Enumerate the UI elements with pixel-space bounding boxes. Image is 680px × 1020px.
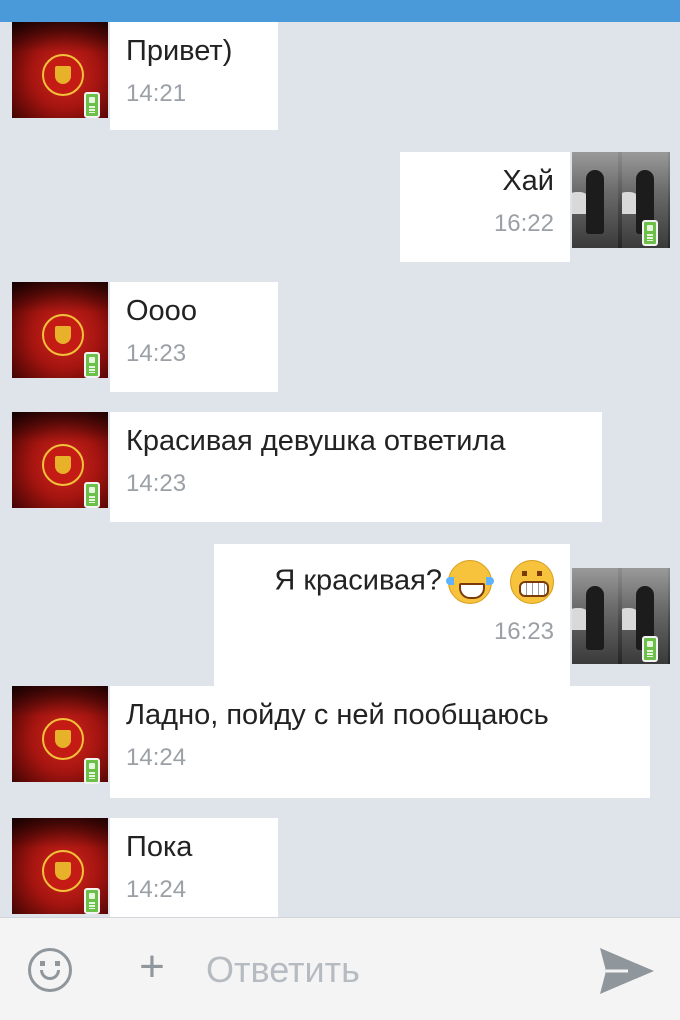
message-time: 14:23 — [126, 470, 187, 497]
message-text: Я красивая? — [230, 560, 554, 604]
message-text: Оооо — [126, 295, 197, 327]
message-bubble[interactable]: Я красивая? 16:23 — [214, 544, 570, 690]
smiley-icon[interactable] — [28, 948, 72, 992]
club-crest-icon — [42, 718, 84, 760]
message-time: 14:24 — [126, 744, 187, 771]
message-bubble[interactable]: Пока 14:24 — [110, 818, 278, 917]
message-incoming: Привет) 14:21 — [0, 22, 680, 132]
mobile-device-icon — [642, 636, 658, 662]
message-incoming: Красивая девушка ответила 14:23 — [0, 412, 680, 524]
mobile-device-icon — [84, 758, 100, 784]
send-icon[interactable] — [598, 946, 656, 996]
mobile-device-icon — [84, 352, 100, 378]
message-bubble[interactable]: Привет) 14:21 — [110, 22, 278, 130]
message-list[interactable]: Привет) 14:21 Хай 16:22 Оооо 14:23 Краси… — [0, 22, 680, 917]
message-time: 16:22 — [493, 210, 554, 237]
message-text-content: Я красивая? — [274, 564, 442, 597]
reply-composer: + — [0, 917, 680, 1020]
message-bubble[interactable]: Ладно, пойду с ней пообщаюсь 14:24 — [110, 686, 650, 798]
message-incoming: Оооо 14:23 — [0, 280, 680, 392]
status-bar — [0, 0, 680, 22]
message-bubble[interactable]: Оооо 14:23 — [110, 282, 278, 392]
tears-of-joy-emoji-icon — [446, 560, 494, 604]
message-time: 16:23 — [493, 618, 554, 645]
grinning-emoji-icon — [510, 560, 554, 604]
reply-input[interactable] — [206, 944, 566, 996]
plus-icon[interactable]: + — [132, 945, 172, 989]
mobile-device-icon — [84, 888, 100, 914]
club-crest-icon — [42, 54, 84, 96]
message-incoming: Ладно, пойду с ней пообщаюсь 14:24 — [0, 686, 680, 800]
mobile-device-icon — [84, 482, 100, 508]
message-text: Ладно, пойду с ней пообщаюсь — [126, 699, 549, 731]
message-text: Пока — [126, 831, 193, 863]
message-bubble[interactable]: Красивая девушка ответила 14:23 — [110, 412, 602, 522]
mobile-device-icon — [642, 220, 658, 246]
message-outgoing: Хай 16:22 — [0, 150, 680, 264]
message-time: 14:24 — [126, 876, 187, 903]
message-text: Хай — [502, 165, 554, 197]
message-text: Красивая девушка ответила — [126, 425, 506, 457]
club-crest-icon — [42, 850, 84, 892]
message-bubble[interactable]: Хай 16:22 — [400, 152, 570, 262]
message-time: 14:21 — [126, 80, 187, 107]
mobile-device-icon — [84, 92, 100, 118]
club-crest-icon — [42, 314, 84, 356]
message-incoming: Пока 14:24 — [0, 818, 680, 917]
club-crest-icon — [42, 444, 84, 486]
message-text: Привет) — [126, 35, 233, 67]
avatar-photo — [572, 568, 618, 664]
message-outgoing: Я красивая? 16:23 — [0, 544, 680, 690]
message-time: 14:23 — [126, 340, 187, 367]
avatar-photo — [572, 152, 618, 248]
